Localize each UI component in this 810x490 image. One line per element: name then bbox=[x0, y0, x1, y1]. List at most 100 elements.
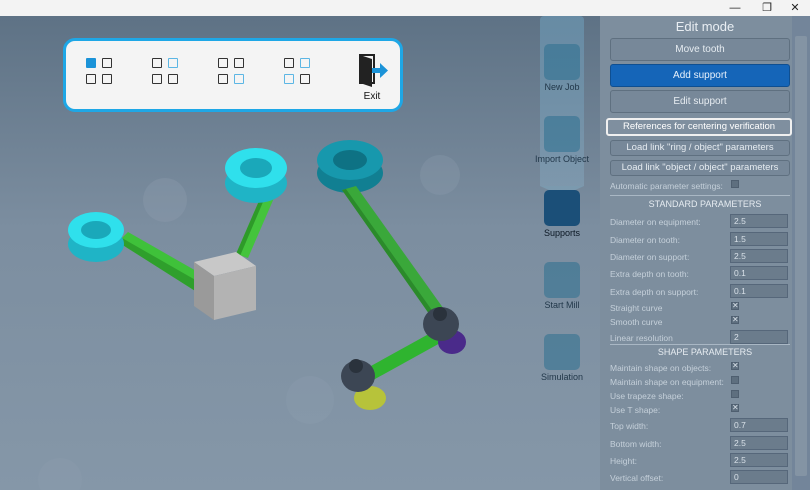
trapeze-shape-checkbox[interactable] bbox=[731, 390, 739, 398]
view-cell bbox=[218, 74, 228, 84]
param-row: Extra depth on tooth: 0.1 bbox=[610, 266, 790, 282]
extra-depth-support-input[interactable]: 0.1 bbox=[730, 284, 788, 298]
view-layout-2-button[interactable] bbox=[148, 54, 186, 92]
references-centering-button[interactable]: References for centering verification bbox=[606, 118, 792, 136]
tool-start-mill[interactable]: Start Mill bbox=[530, 262, 594, 310]
minimize-icon[interactable]: — bbox=[720, 0, 750, 16]
restore-icon[interactable]: ❐ bbox=[752, 0, 782, 16]
tool-label: Import Object bbox=[534, 154, 590, 164]
3d-viewport[interactable]: Exit bbox=[0, 16, 600, 490]
load-object-object-button[interactable]: Load link "object / object" parameters bbox=[610, 160, 790, 176]
shape-input-row: Vertical offset: 0 bbox=[610, 470, 790, 486]
top-width-input[interactable]: 0.7 bbox=[730, 418, 788, 432]
view-cell bbox=[300, 58, 310, 68]
auto-parameter-label: Automatic parameter settings: bbox=[610, 181, 723, 191]
ring-left[interactable] bbox=[68, 212, 124, 262]
ring-right[interactable] bbox=[317, 140, 383, 193]
panel-title: Edit mode bbox=[675, 19, 735, 34]
mill-icon bbox=[544, 262, 580, 298]
smooth-curve-checkbox[interactable]: ✕ bbox=[731, 316, 739, 324]
panel-scrollbar[interactable] bbox=[792, 16, 810, 490]
edit-support-button[interactable]: Edit support bbox=[610, 90, 790, 113]
tool-label: Simulation bbox=[540, 372, 584, 382]
linear-resolution-label: Linear resolution bbox=[610, 333, 673, 343]
standard-parameters-title: STANDARD PARAMETERS bbox=[648, 199, 762, 209]
param-row: Extra depth on support: 0.1 bbox=[610, 284, 790, 300]
simulation-icon bbox=[544, 334, 580, 370]
diameter-tooth-input[interactable]: 1.5 bbox=[730, 232, 788, 246]
view-layout-3-button[interactable] bbox=[214, 54, 252, 92]
param-row: Diameter on equipment: 2.5 bbox=[610, 214, 790, 230]
param-row: Diameter on support: 2.5 bbox=[610, 249, 790, 265]
shape-check-label: Maintain shape on objects: bbox=[610, 363, 712, 373]
param-label: Diameter on support: bbox=[610, 252, 690, 262]
view-cell bbox=[168, 74, 178, 84]
view-cell bbox=[234, 74, 244, 84]
view-cell bbox=[86, 58, 96, 68]
view-cell bbox=[152, 74, 162, 84]
view-cell bbox=[86, 74, 96, 84]
exit-button[interactable]: Exit bbox=[350, 53, 394, 105]
auto-parameter-row: Automatic parameter settings: bbox=[610, 180, 790, 194]
tool-label: New Job bbox=[544, 82, 580, 92]
edit-panel: Edit mode Move tooth Add support Edit su… bbox=[600, 16, 810, 490]
background-blob bbox=[38, 458, 82, 490]
supports-icon bbox=[544, 190, 580, 226]
view-cell bbox=[234, 58, 244, 68]
straight-curve-row: Straight curve ✕ bbox=[610, 302, 790, 316]
view-cell bbox=[152, 58, 162, 68]
view-cell bbox=[168, 58, 178, 68]
param-label: Diameter on tooth: bbox=[610, 235, 680, 245]
view-layout-1-button[interactable] bbox=[82, 54, 120, 92]
auto-parameter-checkbox[interactable] bbox=[731, 180, 739, 188]
straight-curve-label: Straight curve bbox=[610, 303, 663, 313]
maintain-shape-equipment-checkbox[interactable] bbox=[731, 376, 739, 384]
ring-top[interactable] bbox=[225, 148, 287, 203]
support-top[interactable] bbox=[236, 194, 274, 258]
t-shape-checkbox[interactable]: ✕ bbox=[731, 404, 739, 412]
diameter-support-input[interactable]: 2.5 bbox=[730, 249, 788, 263]
exit-icon bbox=[359, 54, 388, 87]
exit-label: Exit bbox=[363, 91, 381, 102]
param-label: Diameter on equipment: bbox=[610, 217, 701, 227]
shape-check-label: Use trapeze shape: bbox=[610, 391, 684, 401]
background-blob bbox=[143, 178, 187, 222]
tool-label: Start Mill bbox=[544, 300, 580, 310]
smooth-curve-row: Smooth curve ✕ bbox=[610, 316, 790, 330]
shape-input-row: Height: 2.5 bbox=[610, 453, 790, 469]
view-cell bbox=[218, 58, 228, 68]
support-block[interactable] bbox=[194, 252, 256, 320]
view-cell bbox=[102, 58, 112, 68]
param-label: Extra depth on support: bbox=[610, 287, 699, 297]
tool-supports[interactable]: Supports bbox=[530, 190, 594, 238]
shape-input-row: Bottom width: 2.5 bbox=[610, 436, 790, 452]
shape-check-row: Use trapeze shape: bbox=[610, 390, 790, 404]
height-input[interactable]: 2.5 bbox=[730, 453, 788, 467]
extra-depth-tooth-input[interactable]: 0.1 bbox=[730, 266, 788, 280]
shape-input-row: Top width: 0.7 bbox=[610, 418, 790, 434]
tool-simulation[interactable]: Simulation bbox=[530, 334, 594, 382]
shape-input-label: Vertical offset: bbox=[610, 473, 664, 483]
support-right-long[interactable] bbox=[342, 186, 446, 318]
tool-import-object[interactable]: Import Object bbox=[530, 116, 594, 164]
vertical-offset-input[interactable]: 0 bbox=[730, 470, 788, 484]
param-row: Diameter on tooth: 1.5 bbox=[610, 232, 790, 248]
param-label: Extra depth on tooth: bbox=[610, 269, 689, 279]
scrollbar-thumb[interactable] bbox=[795, 36, 807, 476]
move-tooth-button[interactable]: Move tooth bbox=[610, 38, 790, 61]
background-blob bbox=[420, 155, 460, 195]
linear-resolution-input[interactable]: 2 bbox=[730, 330, 788, 344]
shape-check-label: Use T shape: bbox=[610, 405, 661, 415]
view-layout-4-button[interactable] bbox=[280, 54, 318, 92]
add-support-button[interactable]: Add support bbox=[610, 64, 790, 87]
diameter-equipment-input[interactable]: 2.5 bbox=[730, 214, 788, 228]
shape-input-label: Bottom width: bbox=[610, 439, 662, 449]
bottom-width-input[interactable]: 2.5 bbox=[730, 436, 788, 450]
close-icon[interactable]: ✕ bbox=[780, 0, 810, 16]
view-toolbar: Exit bbox=[63, 38, 403, 112]
tool-new-job[interactable]: New Job bbox=[530, 44, 594, 92]
tool-label: Supports bbox=[543, 228, 581, 238]
straight-curve-checkbox[interactable]: ✕ bbox=[731, 302, 739, 310]
load-ring-object-button[interactable]: Load link "ring / object" parameters bbox=[610, 140, 790, 156]
maintain-shape-objects-checkbox[interactable]: ✕ bbox=[731, 362, 739, 370]
